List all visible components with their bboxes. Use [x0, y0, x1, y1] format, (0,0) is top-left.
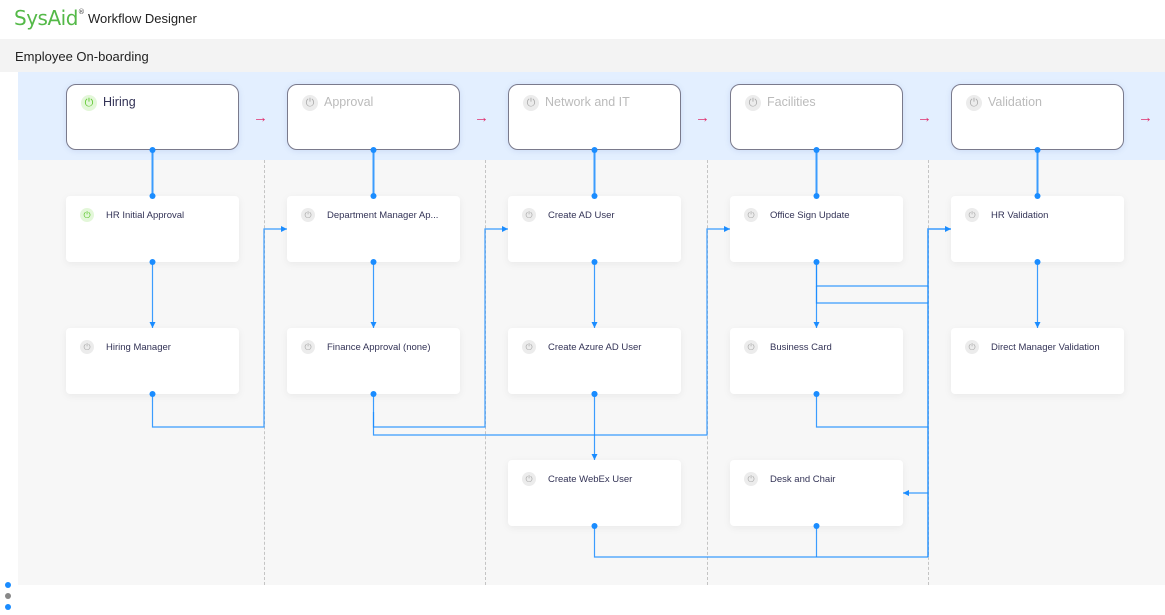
workflow-header: Employee On-boarding	[0, 39, 1165, 72]
registered-mark: ®	[77, 8, 85, 16]
connector-port[interactable]	[1034, 259, 1041, 265]
connector-port[interactable]	[591, 147, 598, 153]
sysaid-logo[interactable]: SysAid®	[14, 6, 85, 30]
arrowhead-icon	[502, 226, 508, 232]
connections	[149, 147, 1041, 558]
arrowhead-icon	[591, 322, 598, 328]
left-panel	[0, 72, 18, 610]
arrowhead-icon	[281, 226, 287, 232]
workflow-title: Employee On-boarding	[15, 49, 149, 64]
connector-port[interactable]	[591, 259, 598, 265]
connector-port[interactable]	[149, 193, 156, 199]
arrowhead-icon	[813, 322, 820, 328]
connector-line	[372, 228, 730, 436]
logo-text: SysAid	[14, 6, 78, 30]
connector-port[interactable]	[591, 193, 598, 199]
dot	[5, 582, 11, 588]
connector-port[interactable]	[149, 259, 156, 265]
arrowhead-icon	[1034, 322, 1041, 328]
top-bar: SysAid® Workflow Designer	[0, 0, 1165, 39]
connector-line	[151, 228, 287, 428]
connector-port[interactable]	[1034, 193, 1041, 199]
panel-toggle-dots[interactable]	[5, 582, 11, 615]
connector-port[interactable]	[813, 193, 820, 199]
arrowhead-icon	[370, 322, 377, 328]
connector-port[interactable]	[591, 391, 598, 397]
arrowhead-icon	[591, 454, 598, 460]
connector-port[interactable]	[813, 147, 820, 153]
connector-port[interactable]	[370, 259, 377, 265]
dot	[5, 593, 11, 599]
connector-line	[815, 394, 928, 428]
connector-line	[593, 526, 928, 558]
arrowhead-icon	[945, 226, 951, 232]
workflow-canvas[interactable]: ⏻ Hiring → ⏻ Approval → ⏻ Network and IT → ⏻ Facil…	[18, 72, 1165, 585]
connector-port[interactable]	[1034, 147, 1041, 153]
dot	[5, 604, 11, 610]
arrowhead-icon	[149, 322, 156, 328]
arrowhead-icon	[724, 226, 730, 232]
connector-line	[927, 228, 951, 557]
connector-line	[815, 262, 928, 287]
connector-line	[815, 286, 928, 304]
connector-port[interactable]	[370, 193, 377, 199]
connector-port[interactable]	[149, 147, 156, 153]
connector-port[interactable]	[370, 147, 377, 153]
arrowhead-icon	[903, 490, 909, 496]
connector-line	[372, 228, 508, 428]
app-title: Workflow Designer	[88, 11, 197, 26]
